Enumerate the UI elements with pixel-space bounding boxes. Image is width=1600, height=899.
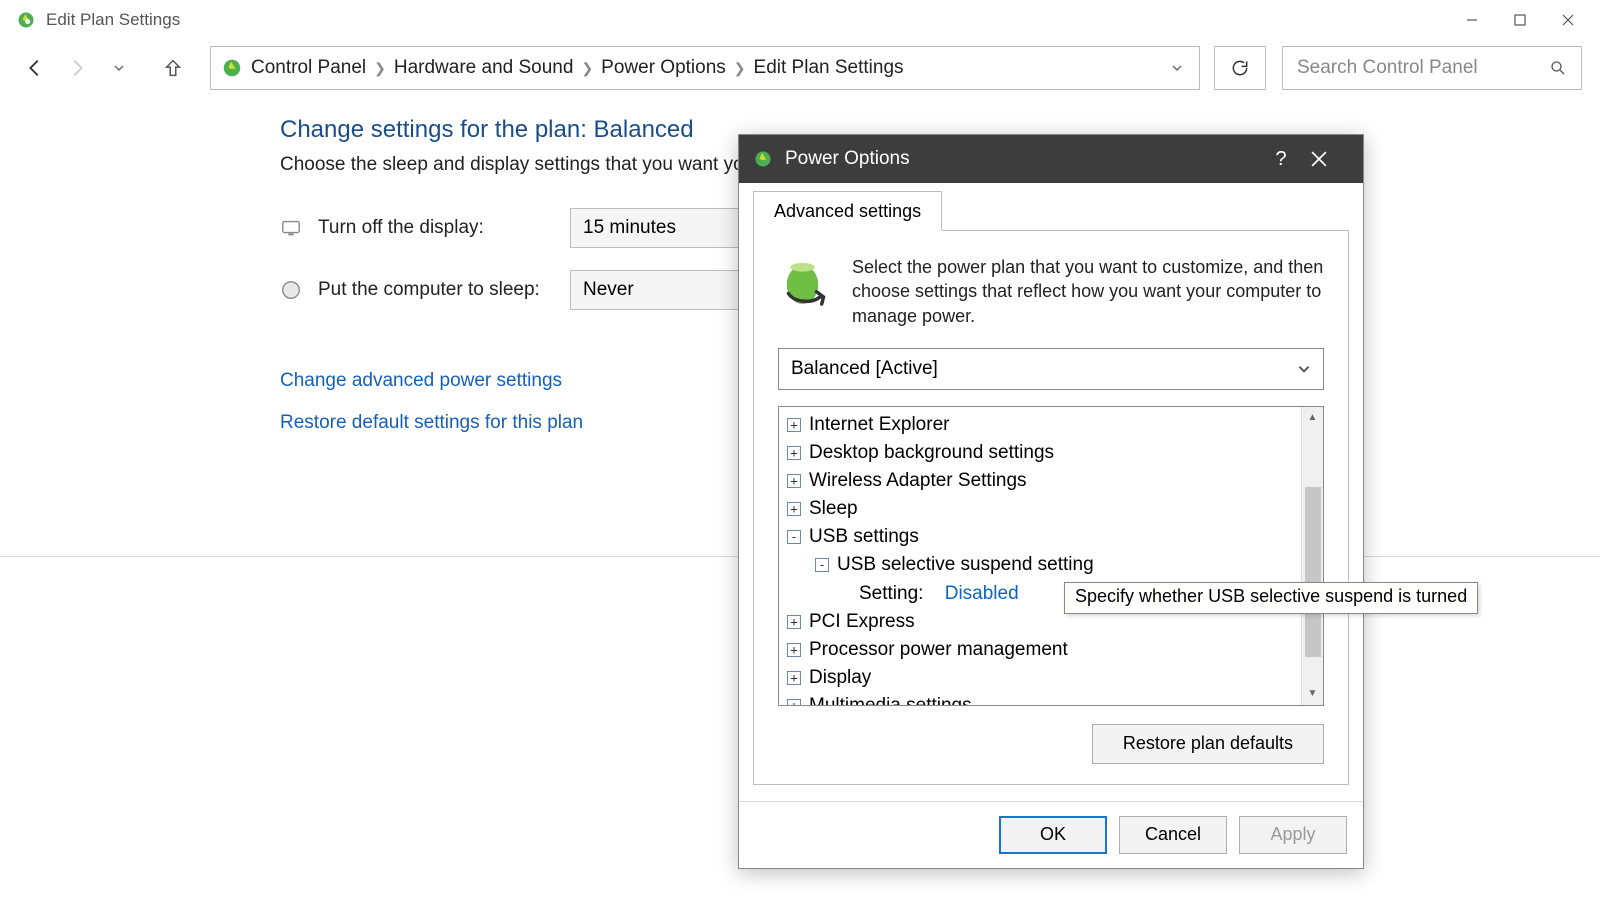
refresh-button[interactable]: [1214, 46, 1266, 90]
power-options-dialog: Power Options ? Advanced settings Select…: [738, 134, 1364, 869]
power-plan-select[interactable]: Balanced [Active]: [778, 348, 1324, 390]
tree-item-desktop-background[interactable]: +Desktop background settings: [787, 439, 1315, 467]
scroll-thumb[interactable]: [1305, 487, 1321, 657]
sleep-select[interactable]: Never: [570, 270, 760, 310]
search-placeholder: Search Control Panel: [1297, 57, 1478, 79]
settings-tree-container: +Internet Explorer +Desktop background s…: [778, 406, 1324, 706]
expand-icon[interactable]: +: [787, 643, 801, 657]
tree-item-display[interactable]: +Display: [787, 664, 1315, 692]
usb-setting-value-link[interactable]: Disabled: [945, 580, 1019, 608]
address-icon: [221, 57, 243, 79]
dialog-title: Power Options: [785, 148, 1251, 170]
search-icon[interactable]: [1549, 59, 1567, 77]
power-battery-icon: [778, 255, 834, 311]
chevron-down-icon: [1297, 362, 1311, 376]
address-bar[interactable]: Control Panel ❯ Hardware and Sound ❯ Pow…: [210, 46, 1200, 90]
expand-icon[interactable]: +: [787, 474, 801, 488]
tree-item-usb-selective-suspend[interactable]: -USB selective suspend setting: [787, 551, 1315, 579]
app-icon: [16, 10, 36, 30]
window-title: Edit Plan Settings: [46, 10, 180, 30]
dialog-icon: [753, 149, 773, 169]
breadcrumb-power-options[interactable]: Power Options: [601, 57, 726, 79]
setting-label: Turn off the display:: [318, 217, 554, 239]
ok-button[interactable]: OK: [999, 816, 1107, 854]
dialog-intro-text: Select the power plan that you want to c…: [852, 255, 1324, 328]
chevron-right-icon[interactable]: ❯: [734, 60, 746, 77]
tree-item-usb-settings[interactable]: -USB settings: [787, 523, 1315, 551]
address-dropdown[interactable]: [1165, 62, 1189, 74]
maximize-button[interactable]: [1496, 2, 1544, 38]
restore-plan-defaults-button[interactable]: Restore plan defaults: [1092, 724, 1324, 764]
scroll-up-button[interactable]: ▲: [1302, 407, 1323, 429]
dialog-titlebar[interactable]: Power Options ?: [739, 135, 1363, 183]
display-off-select[interactable]: 15 minutes: [570, 208, 760, 248]
apply-button: Apply: [1239, 816, 1347, 854]
tree-scrollbar[interactable]: ▲ ▼: [1301, 407, 1323, 705]
tree-item-internet-explorer[interactable]: +Internet Explorer: [787, 411, 1315, 439]
tree-item-multimedia[interactable]: +Multimedia settings: [787, 692, 1315, 706]
window-titlebar: Edit Plan Settings: [0, 0, 1600, 40]
expand-icon[interactable]: +: [787, 502, 801, 516]
up-button[interactable]: [156, 51, 190, 85]
collapse-icon[interactable]: -: [815, 558, 829, 572]
tree-item-processor-power[interactable]: +Processor power management: [787, 636, 1315, 664]
sleep-icon: [280, 279, 302, 301]
tooltip: Specify whether USB selective suspend is…: [1064, 582, 1478, 614]
expand-icon[interactable]: +: [787, 418, 801, 432]
search-input[interactable]: Search Control Panel: [1282, 46, 1582, 90]
back-button[interactable]: [18, 51, 52, 85]
tree-item-sleep[interactable]: +Sleep: [787, 495, 1315, 523]
breadcrumb-edit-plan-settings[interactable]: Edit Plan Settings: [754, 57, 904, 79]
collapse-icon[interactable]: -: [787, 530, 801, 544]
minimize-button[interactable]: [1448, 2, 1496, 38]
breadcrumb-hardware-sound[interactable]: Hardware and Sound: [394, 57, 574, 79]
scroll-down-button[interactable]: ▼: [1302, 683, 1323, 705]
display-icon: [280, 217, 302, 239]
close-button[interactable]: [1544, 2, 1592, 38]
expand-icon[interactable]: +: [787, 671, 801, 685]
forward-button: [60, 51, 94, 85]
expand-icon[interactable]: +: [787, 615, 801, 629]
dialog-help-button[interactable]: ?: [1263, 148, 1299, 171]
dialog-close-button[interactable]: [1311, 151, 1351, 167]
chevron-right-icon[interactable]: ❯: [374, 60, 386, 77]
expand-icon[interactable]: +: [787, 699, 801, 706]
tab-advanced-settings[interactable]: Advanced settings: [753, 191, 942, 231]
tree-item-wireless-adapter[interactable]: +Wireless Adapter Settings: [787, 467, 1315, 495]
setting-label: Put the computer to sleep:: [318, 279, 554, 301]
nav-toolbar: Control Panel ❯ Hardware and Sound ❯ Pow…: [0, 40, 1600, 96]
cancel-button[interactable]: Cancel: [1119, 816, 1227, 854]
plan-selected-value: Balanced [Active]: [791, 358, 938, 380]
recent-dropdown[interactable]: [102, 51, 136, 85]
breadcrumb-control-panel[interactable]: Control Panel: [251, 57, 366, 79]
dialog-footer: OK Cancel Apply: [739, 801, 1363, 868]
chevron-right-icon[interactable]: ❯: [581, 60, 593, 77]
expand-icon[interactable]: +: [787, 446, 801, 460]
